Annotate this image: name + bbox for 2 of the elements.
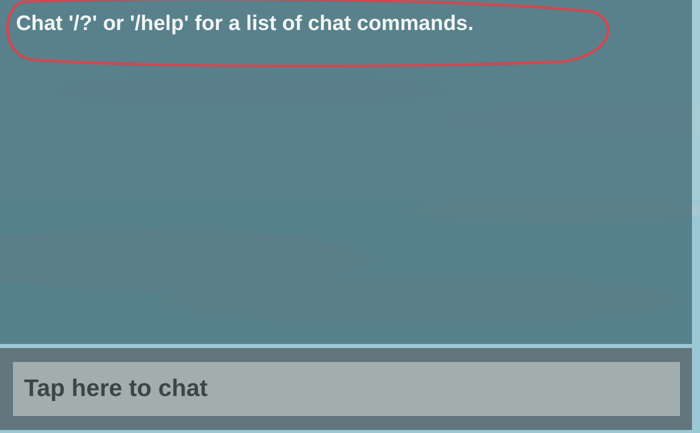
chat-message: Chat '/?' or '/help' for a list of chat commands. xyxy=(16,12,474,35)
chat-input-field[interactable]: Tap here to chat xyxy=(13,362,680,416)
